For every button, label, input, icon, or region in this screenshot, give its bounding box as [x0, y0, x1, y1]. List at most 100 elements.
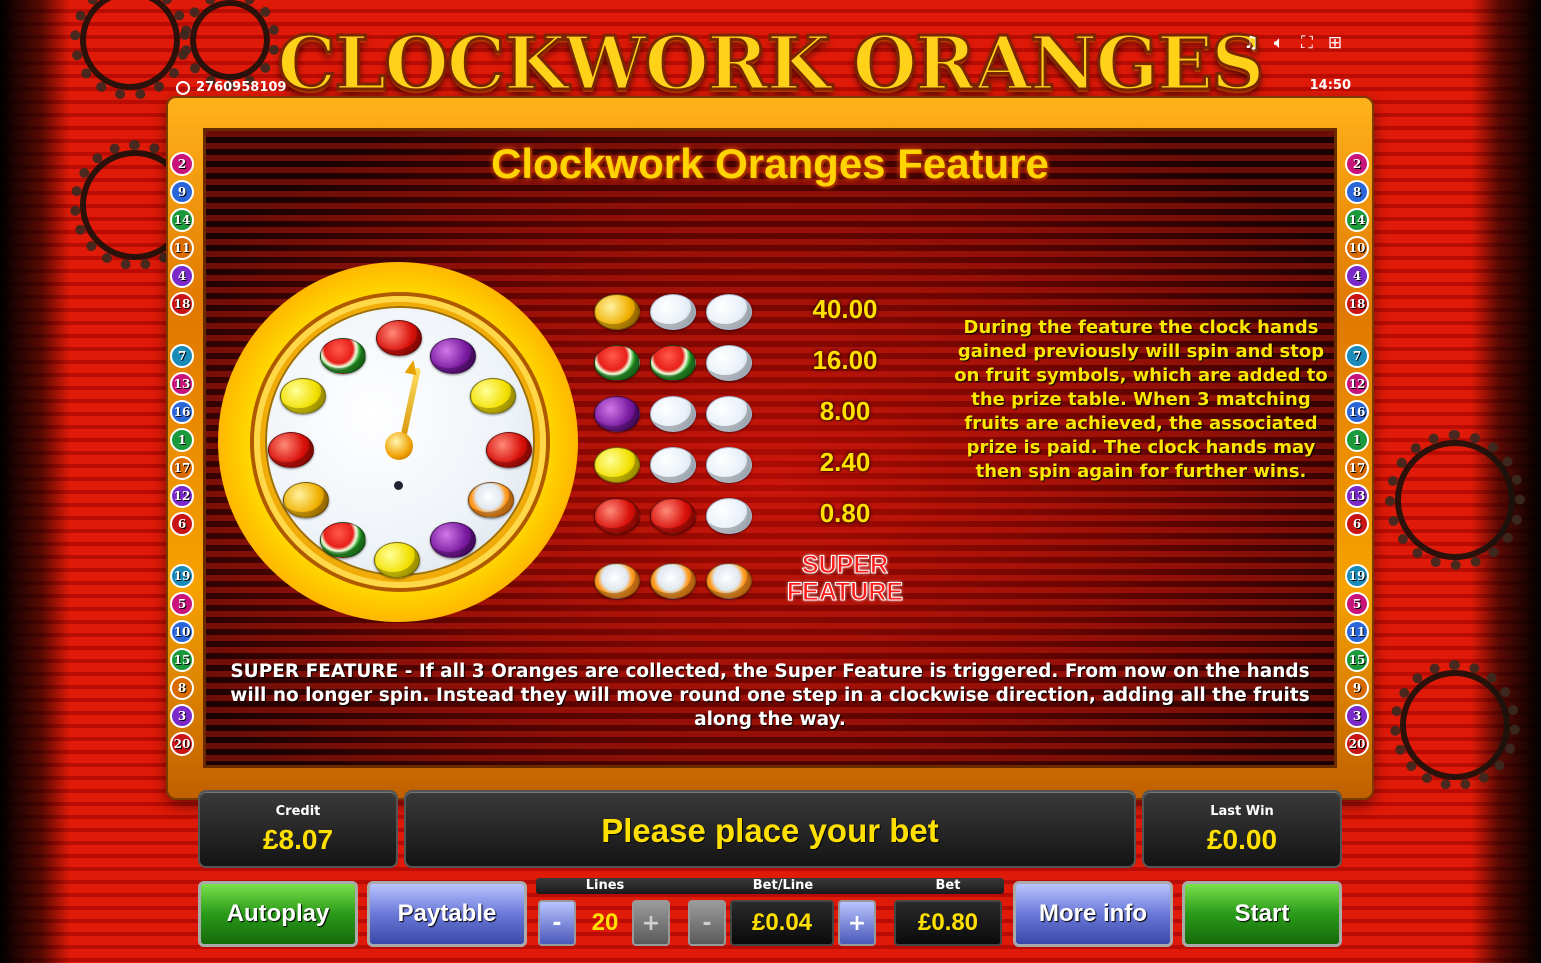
- orange-icon: [594, 563, 640, 599]
- more-info-button[interactable]: More info: [1013, 881, 1173, 947]
- sound-icon[interactable]: 🔈︎: [1269, 33, 1289, 53]
- orange-icon: [468, 482, 514, 518]
- line-number: 20: [1345, 732, 1369, 756]
- clock-center-dot: [394, 481, 403, 490]
- line-number: 3: [1345, 704, 1369, 728]
- bet-value: £0.80: [894, 900, 1002, 946]
- credit-label: Credit: [275, 804, 321, 819]
- credit-box: Credit £8.07: [198, 790, 398, 868]
- line-number: 12: [1345, 372, 1369, 396]
- line-number: 19: [170, 564, 194, 588]
- betline-label: Bet/Line: [752, 878, 814, 893]
- line-number: 9: [1345, 676, 1369, 700]
- plum-icon: [430, 338, 476, 374]
- watermelon-icon: [320, 338, 366, 374]
- line-number: 6: [170, 512, 194, 536]
- prize-value: 40.00: [812, 294, 878, 324]
- bell-placeholder-icon: [706, 294, 752, 330]
- lemon-icon: [470, 378, 516, 414]
- line-number: 1: [170, 428, 194, 452]
- autoplay-button[interactable]: Autoplay: [198, 881, 358, 947]
- cherry-icon: [268, 432, 314, 468]
- gear-decoration: [70, 0, 190, 100]
- clock-hub: [385, 432, 413, 460]
- lemon-placeholder-icon: [650, 447, 696, 483]
- line-number: 5: [1345, 592, 1369, 616]
- line-number: 4: [1345, 264, 1369, 288]
- lines-label: Lines: [585, 878, 625, 893]
- prize-value: 0.80: [819, 498, 871, 528]
- top-icons: ♫ 🔈︎ ⛶ ⊞: [1241, 33, 1345, 53]
- line-number: 2: [170, 152, 194, 176]
- line-number: 8: [170, 676, 194, 700]
- line-number: 17: [1345, 456, 1369, 480]
- line-number: 7: [1345, 344, 1369, 368]
- lemon-placeholder-icon: [706, 447, 752, 483]
- right-line-numbers: 2 8 14 10 4 18 7 12 16 1 17 13 6 19 5 11 15 9 3 20: [1345, 152, 1371, 760]
- lines-plus-button[interactable]: +: [632, 900, 670, 946]
- line-number: 10: [1345, 236, 1369, 260]
- line-number: 3: [170, 704, 194, 728]
- line-number-gap: [1345, 540, 1371, 564]
- line-number: 17: [170, 456, 194, 480]
- cherry-placeholder-icon: [706, 498, 752, 534]
- cherry-icon: [486, 432, 532, 468]
- gear-decoration: [1390, 660, 1520, 790]
- last-win-label: Last Win: [1210, 804, 1274, 819]
- ticket-id: 2760958109: [176, 80, 286, 95]
- cherry-icon: [594, 498, 640, 534]
- gear-decoration: [180, 0, 280, 90]
- watermelon-icon: [650, 345, 696, 381]
- line-number: 18: [170, 292, 194, 316]
- watermelon-placeholder-icon: [706, 345, 752, 381]
- lines-value: 20: [591, 909, 619, 936]
- prize-value: 2.40: [819, 447, 871, 477]
- line-number: 11: [170, 236, 194, 260]
- line-number: 13: [170, 372, 194, 396]
- plum-placeholder-icon: [706, 396, 752, 432]
- betline-plus-button[interactable]: +: [838, 900, 876, 946]
- line-number: 15: [1345, 648, 1369, 672]
- lemon-icon: [374, 542, 420, 578]
- line-number: 5: [170, 592, 194, 616]
- settings-icon[interactable]: ⊞: [1325, 33, 1345, 53]
- last-win-box: Last Win £0.00: [1142, 790, 1342, 868]
- clock-time: 14:50: [1309, 78, 1351, 93]
- bell-icon: [594, 294, 640, 330]
- line-number: 6: [1345, 512, 1369, 536]
- fullscreen-icon[interactable]: ⛶: [1297, 33, 1317, 53]
- line-number: 8: [1345, 180, 1369, 204]
- game-logo: CLOCKWORK ORANGES: [276, 18, 1266, 110]
- bell-placeholder-icon: [650, 294, 696, 330]
- left-dark-edge: [0, 0, 70, 963]
- super-feature-description: SUPER FEATURE - If all 3 Oranges are col…: [230, 661, 1310, 730]
- prize-value: 8.00: [819, 396, 871, 426]
- line-number: 20: [170, 732, 194, 756]
- watermelon-icon: [594, 345, 640, 381]
- lines-minus-button[interactable]: -: [538, 900, 576, 946]
- start-button[interactable]: Start: [1182, 881, 1342, 947]
- line-number-gap: [170, 320, 196, 344]
- logo-text: CLOCKWORK ORANGES: [276, 20, 1266, 109]
- line-number: 2: [1345, 152, 1369, 176]
- gear-decoration: [1385, 430, 1525, 570]
- music-icon[interactable]: ♫: [1241, 33, 1261, 53]
- betline-minus-button[interactable]: -: [688, 900, 726, 946]
- feature-description: During the feature the clock hands gaine…: [954, 317, 1328, 482]
- refresh-icon: [176, 80, 190, 95]
- line-number: 19: [1345, 564, 1369, 588]
- message-box: Please place your bet: [404, 790, 1136, 868]
- line-number: 18: [1345, 292, 1369, 316]
- line-number: 10: [170, 620, 194, 644]
- lemon-icon: [280, 378, 326, 414]
- bell-icon: [283, 482, 329, 518]
- plum-placeholder-icon: [650, 396, 696, 432]
- line-number: 11: [1345, 620, 1369, 644]
- bet-label: Bet: [935, 878, 961, 893]
- super-line1: SUPER: [801, 551, 889, 579]
- line-number: 7: [170, 344, 194, 368]
- line-number: 12: [170, 484, 194, 508]
- line-number: 14: [170, 208, 194, 232]
- paytable-button[interactable]: Paytable: [367, 881, 527, 947]
- betline-value: £0.04: [730, 900, 834, 946]
